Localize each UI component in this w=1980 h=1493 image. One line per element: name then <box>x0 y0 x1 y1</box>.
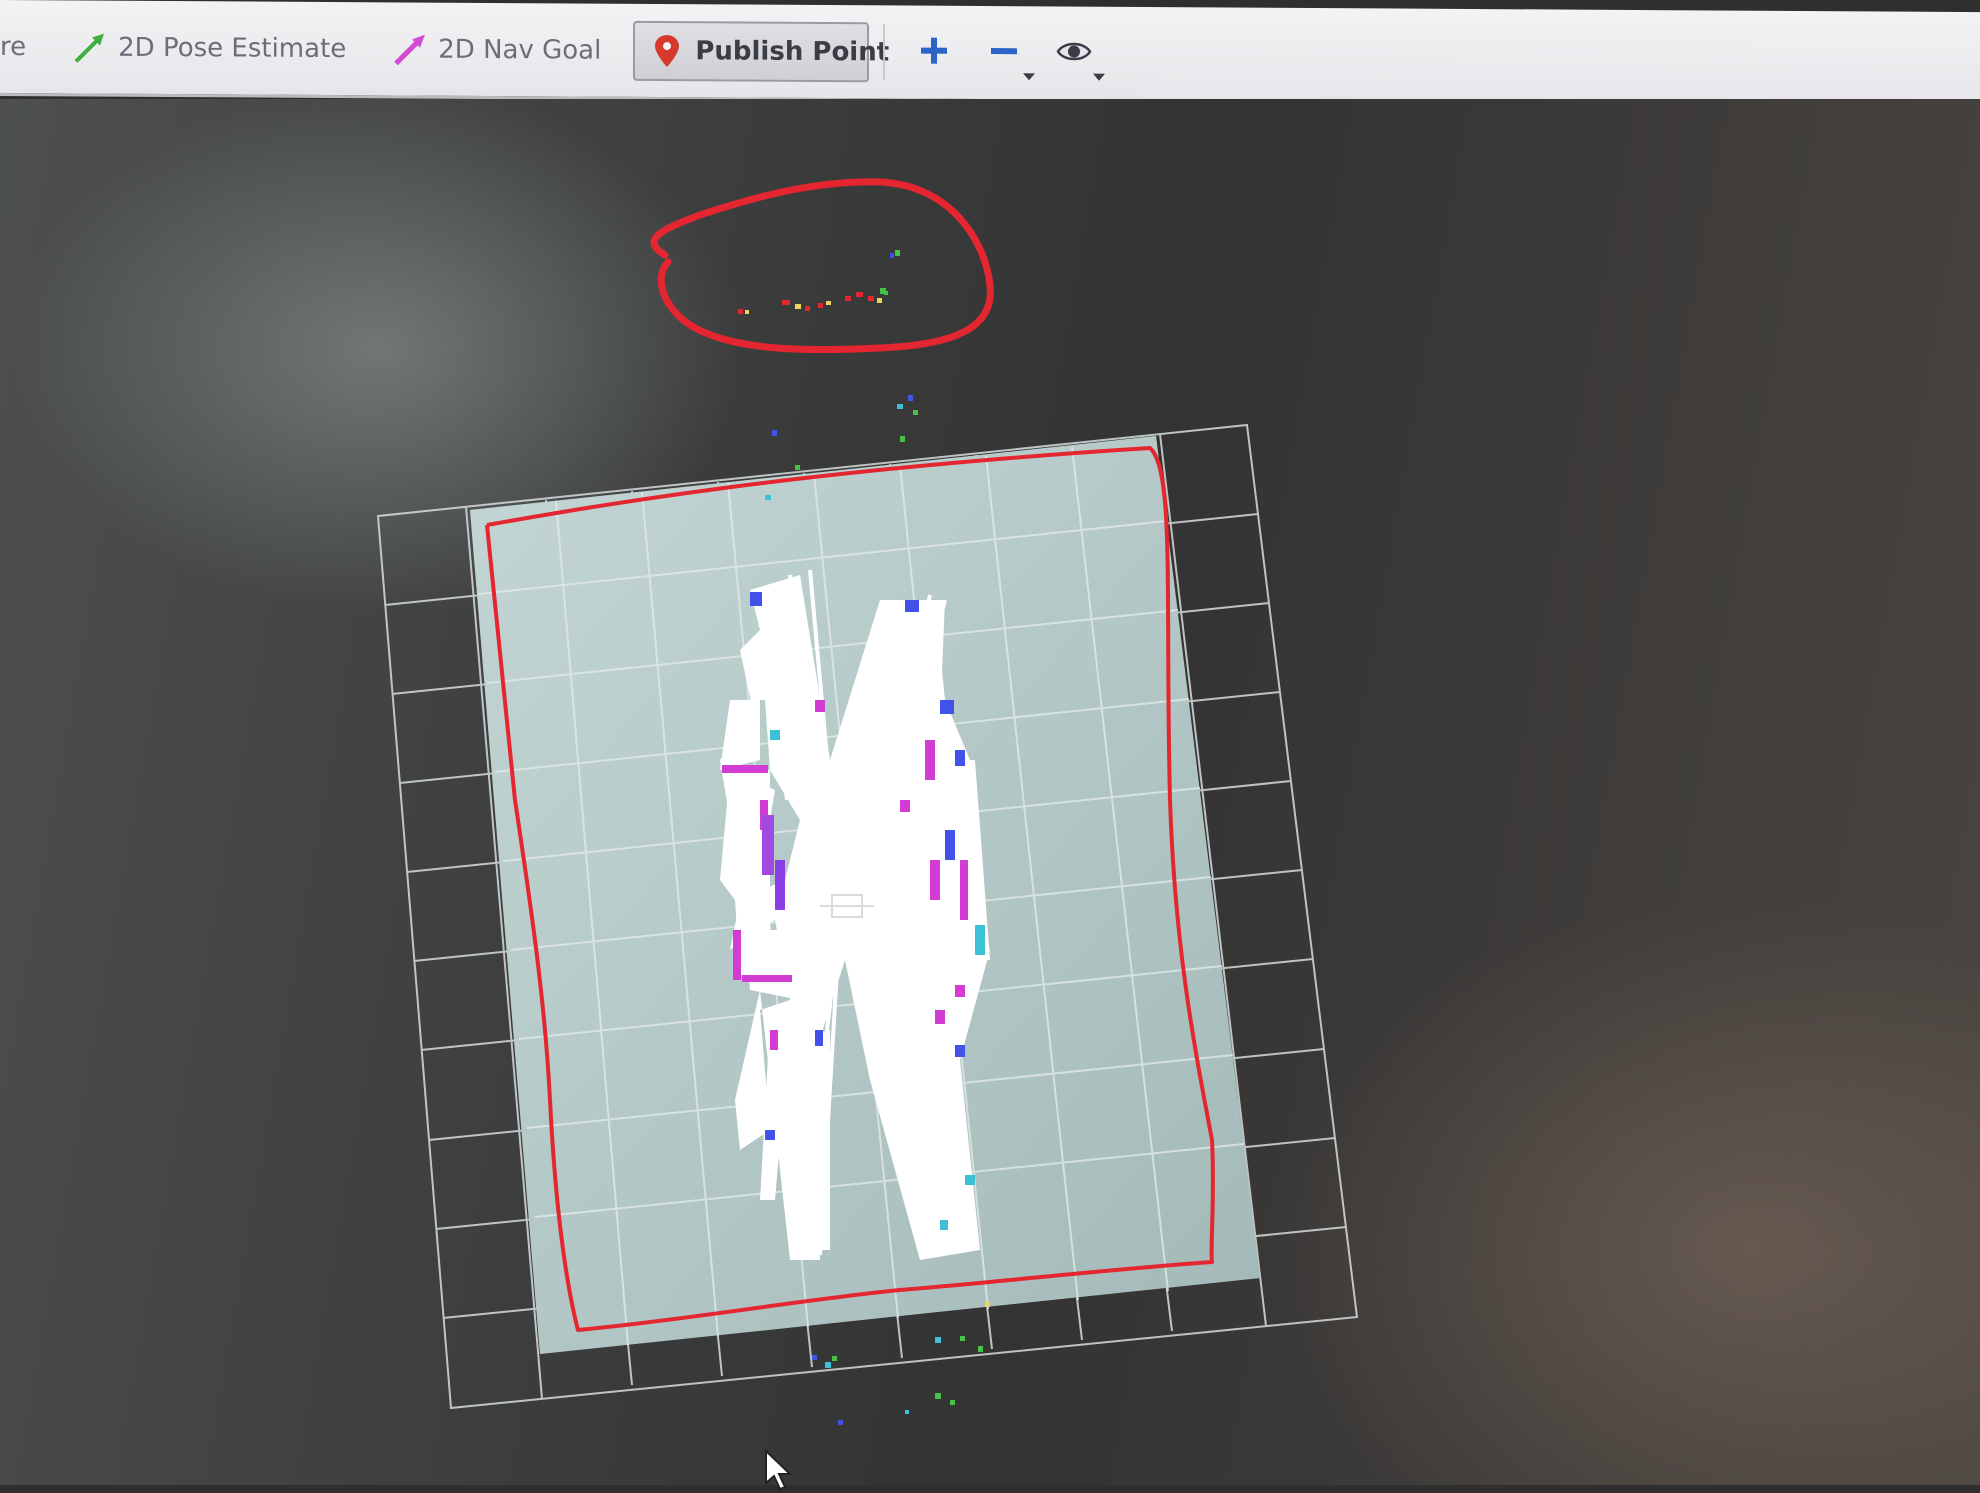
location-pin-icon <box>649 32 685 68</box>
eye-icon <box>1056 38 1092 68</box>
map-scene <box>376 178 1359 1425</box>
pose-estimate-arrow-icon <box>72 29 108 65</box>
publish-point-label: Publish Point <box>695 35 890 67</box>
tool-cut-off[interactable]: re <box>0 17 40 77</box>
zoom-in-button[interactable] <box>905 23 963 81</box>
mouse-cursor-icon <box>765 1449 793 1491</box>
zoom-in-icon <box>919 35 949 69</box>
tool-2d-pose-estimate[interactable]: 2D Pose Estimate <box>58 17 360 79</box>
nav-goal-label: 2D Nav Goal <box>438 34 602 66</box>
rviz-toolbar: re 2D Pose Estimate 2D Nav Goal Publish … <box>0 0 1980 109</box>
zoom-out-button[interactable] <box>975 23 1036 81</box>
nav-goal-arrow-icon <box>392 31 428 67</box>
annotation-ellipse <box>650 178 994 354</box>
zoom-out-dropdown-icon[interactable] <box>1023 72 1036 80</box>
tool-cut-off-label: re <box>0 31 27 62</box>
pose-estimate-label: 2D Pose Estimate <box>118 32 347 64</box>
zoom-out-icon <box>989 36 1019 70</box>
view-dropdown-icon[interactable] <box>1093 73 1106 81</box>
tool-2d-nav-goal[interactable]: 2D Nav Goal <box>378 19 615 80</box>
distant-obstacle-points <box>738 291 888 314</box>
3d-render-viewport[interactable] <box>0 99 1980 1491</box>
toolbar-separator <box>883 23 886 80</box>
tool-publish-point[interactable]: Publish Point <box>633 20 889 82</box>
view-button[interactable] <box>1045 24 1106 82</box>
